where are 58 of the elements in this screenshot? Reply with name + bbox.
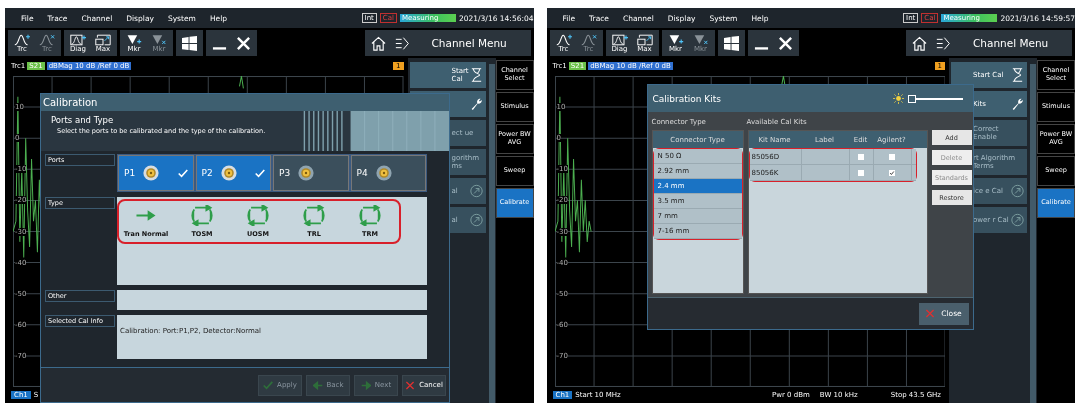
checkbox[interactable] (858, 153, 864, 160)
hourglass-icon (469, 68, 483, 82)
port-tile[interactable]: P2 (195, 155, 271, 191)
loop-arrows-icon (357, 205, 383, 226)
menu-arrow-icon[interactable] (936, 35, 951, 51)
arrow-left-icon (312, 380, 323, 390)
port-tile[interactable]: P1 (118, 155, 194, 191)
close-icon (925, 309, 936, 318)
check-icon (255, 168, 265, 178)
diagram-icon (611, 33, 628, 46)
checkbox[interactable] (889, 169, 895, 176)
connector-icon (220, 165, 237, 181)
windows-icon[interactable] (182, 35, 197, 51)
close-icon (405, 380, 416, 390)
maximize-icon (95, 33, 111, 46)
arrow-circle-icon (1011, 184, 1024, 198)
dialog-title: Calibration (41, 94, 449, 111)
port-tile[interactable]: P4 (350, 155, 426, 191)
panel-title: Channel Menu (973, 37, 1049, 49)
bell-curve-icon (580, 33, 597, 46)
wrench-icon (469, 97, 483, 111)
connector-icon (143, 165, 160, 181)
marker-icon (667, 33, 684, 46)
windows-icon[interactable] (723, 35, 739, 51)
hourglass-icon (1011, 68, 1024, 82)
maximize-icon (636, 33, 653, 46)
home-icon[interactable] (370, 35, 386, 51)
diagram-icon (70, 33, 86, 46)
check-icon (177, 168, 188, 178)
bell-curve-icon (39, 33, 55, 46)
dialog-title: Calibration Kits (652, 93, 722, 104)
checkbox[interactable] (889, 153, 895, 160)
brightness-icon (892, 93, 904, 104)
marker-icon (692, 33, 709, 46)
check-icon (263, 380, 274, 390)
home-icon[interactable] (912, 35, 927, 51)
step-title: Ports and Type (51, 115, 115, 125)
wrench-icon (1011, 97, 1024, 111)
close-icon[interactable] (777, 35, 793, 51)
arrow-circle-icon (1011, 213, 1024, 227)
checkbox[interactable] (858, 169, 864, 176)
marker-icon (126, 33, 142, 46)
panel-title: Channel Menu (431, 37, 507, 49)
connector-icon (375, 165, 392, 181)
marker-icon (151, 33, 167, 46)
loop-arrows-icon (301, 205, 327, 226)
bell-curve-icon (14, 33, 30, 46)
arrow-right-icon (360, 380, 371, 390)
bell-curve-icon (555, 33, 572, 46)
port-tile[interactable]: P3 (273, 155, 349, 191)
arrow-circle-icon (469, 213, 483, 227)
loop-arrows-icon (245, 205, 271, 226)
loop-arrows-icon (189, 205, 215, 226)
menu-arrow-icon[interactable] (394, 35, 410, 51)
arrow-circle-icon (469, 184, 483, 198)
slider-thumb[interactable] (907, 94, 916, 103)
connector-icon (298, 165, 315, 181)
close-icon[interactable] (236, 35, 251, 51)
